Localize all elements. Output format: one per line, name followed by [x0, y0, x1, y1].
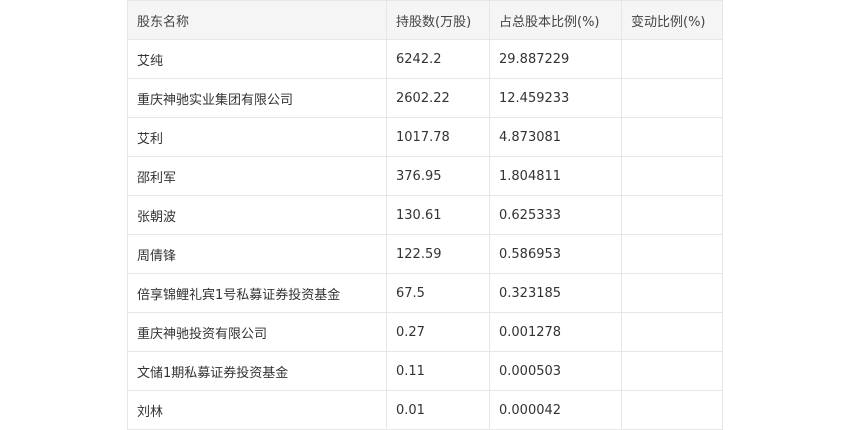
- cell-shares-held: 0.27: [386, 312, 490, 352]
- cell-shares-held: 1017.78: [386, 117, 490, 157]
- cell-change-ratio: [621, 78, 723, 118]
- cell-shares-held: 6242.2: [386, 39, 490, 79]
- cell-shares-held: 130.61: [386, 195, 490, 235]
- cell-shareholder-name: 重庆神驰实业集团有限公司: [127, 78, 387, 118]
- table-row: 张朝波 130.61 0.625333: [127, 195, 723, 235]
- cell-share-ratio: 0.625333: [489, 195, 622, 235]
- table-row: 文储1期私募证券投资基金 0.11 0.000503: [127, 351, 723, 391]
- table-row: 艾纯 6242.2 29.887229: [127, 39, 723, 79]
- table-row: 刘林 0.01 0.000042: [127, 390, 723, 430]
- cell-shareholder-name: 文储1期私募证券投资基金: [127, 351, 387, 391]
- table-row: 倍享锦鲤礼宾1号私募证券投资基金 67.5 0.323185: [127, 273, 723, 313]
- table-header-row: 股东名称 持股数(万股) 占总股本比例(%) 变动比例(%): [127, 0, 723, 40]
- cell-shares-held: 376.95: [386, 156, 490, 196]
- cell-change-ratio: [621, 117, 723, 157]
- cell-shares-held: 67.5: [386, 273, 490, 313]
- table-row: 重庆神驰实业集团有限公司 2602.22 12.459233: [127, 78, 723, 118]
- cell-share-ratio: 4.873081: [489, 117, 622, 157]
- header-change-ratio: 变动比例(%): [621, 0, 723, 40]
- cell-change-ratio: [621, 234, 723, 274]
- cell-change-ratio: [621, 390, 723, 430]
- table-row: 邵利军 376.95 1.804811: [127, 156, 723, 196]
- cell-shareholder-name: 重庆神驰投资有限公司: [127, 312, 387, 352]
- cell-shares-held: 0.11: [386, 351, 490, 391]
- cell-shareholder-name: 倍享锦鲤礼宾1号私募证券投资基金: [127, 273, 387, 313]
- table-row: 艾利 1017.78 4.873081: [127, 117, 723, 157]
- cell-shareholder-name: 刘林: [127, 390, 387, 430]
- cell-shares-held: 2602.22: [386, 78, 490, 118]
- cell-change-ratio: [621, 351, 723, 391]
- cell-share-ratio: 0.323185: [489, 273, 622, 313]
- header-shareholder-name: 股东名称: [127, 0, 387, 40]
- cell-share-ratio: 12.459233: [489, 78, 622, 118]
- cell-shareholder-name: 邵利军: [127, 156, 387, 196]
- cell-change-ratio: [621, 273, 723, 313]
- cell-share-ratio: 0.000503: [489, 351, 622, 391]
- cell-shareholder-name: 张朝波: [127, 195, 387, 235]
- table-row: 周倩锋 122.59 0.586953: [127, 234, 723, 274]
- shareholder-table: 股东名称 持股数(万股) 占总股本比例(%) 变动比例(%) 艾纯 6242.2…: [127, 0, 723, 430]
- cell-change-ratio: [621, 195, 723, 235]
- cell-shares-held: 122.59: [386, 234, 490, 274]
- cell-change-ratio: [621, 39, 723, 79]
- cell-shares-held: 0.01: [386, 390, 490, 430]
- cell-share-ratio: 0.001278: [489, 312, 622, 352]
- cell-share-ratio: 29.887229: [489, 39, 622, 79]
- header-share-ratio: 占总股本比例(%): [489, 0, 622, 40]
- cell-share-ratio: 0.000042: [489, 390, 622, 430]
- table-row: 重庆神驰投资有限公司 0.27 0.001278: [127, 312, 723, 352]
- cell-shareholder-name: 艾利: [127, 117, 387, 157]
- cell-share-ratio: 1.804811: [489, 156, 622, 196]
- cell-change-ratio: [621, 312, 723, 352]
- cell-change-ratio: [621, 156, 723, 196]
- cell-shareholder-name: 周倩锋: [127, 234, 387, 274]
- header-shares-held: 持股数(万股): [386, 0, 490, 40]
- cell-share-ratio: 0.586953: [489, 234, 622, 274]
- cell-shareholder-name: 艾纯: [127, 39, 387, 79]
- shareholder-table-container: 股东名称 持股数(万股) 占总股本比例(%) 变动比例(%) 艾纯 6242.2…: [127, 0, 723, 430]
